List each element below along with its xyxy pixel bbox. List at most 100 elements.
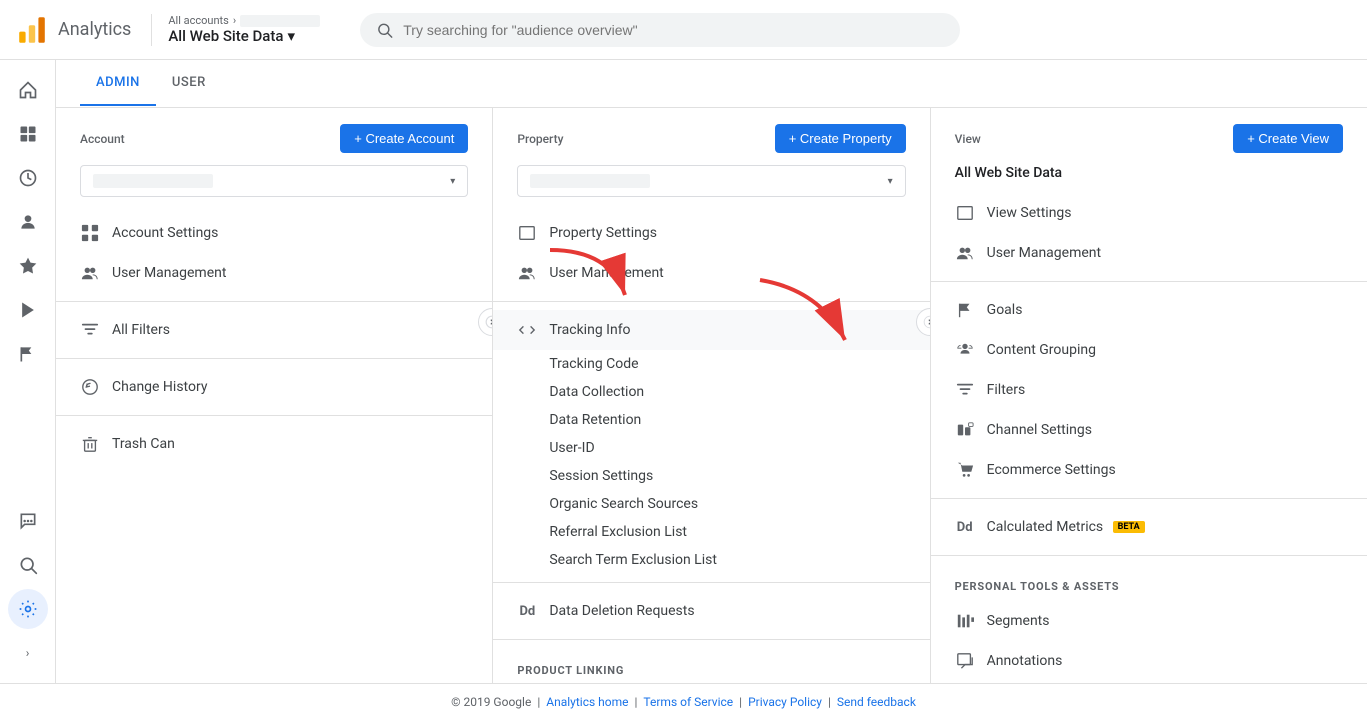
property-settings-label: Property Settings xyxy=(549,225,657,241)
annotations-label: Annotations xyxy=(987,653,1063,669)
segments-item[interactable]: Segments xyxy=(931,601,1367,641)
rect-view-icon xyxy=(955,203,975,223)
view-divider-1 xyxy=(931,281,1367,282)
grid-icon xyxy=(80,223,100,243)
code-icon xyxy=(517,320,537,340)
main-layout: › ADMIN USER Account + Create Account ▾ xyxy=(0,60,1367,683)
user-id-item[interactable]: User-ID xyxy=(493,434,929,462)
view-settings-label: View Settings xyxy=(987,205,1072,221)
account-selector-dropdown[interactable]: ▾ xyxy=(80,165,468,197)
search-term-exclusion-item[interactable]: Search Term Exclusion List xyxy=(493,546,929,574)
sidebar-item-search[interactable] xyxy=(8,545,48,585)
dd-property-icon: Dd xyxy=(517,601,537,621)
trash-can-item[interactable]: Trash Can xyxy=(56,424,492,464)
privacy-policy-link[interactable]: Privacy Policy xyxy=(748,695,822,709)
terms-of-service-link[interactable]: Terms of Service xyxy=(643,695,733,709)
sidebar-item-acquisition[interactable] xyxy=(8,246,48,286)
view-settings-item[interactable]: View Settings xyxy=(931,193,1367,233)
filter-view-icon xyxy=(955,380,975,400)
account-divider-3 xyxy=(56,415,492,416)
change-history-item[interactable]: Change History xyxy=(56,367,492,407)
analytics-home-link[interactable]: Analytics home xyxy=(546,695,628,709)
data-deletion-label: Data Deletion Requests xyxy=(549,603,694,619)
account-selector[interactable]: All Web Site Data ▾ xyxy=(168,27,320,45)
search-input[interactable] xyxy=(403,22,944,38)
view-divider-2 xyxy=(931,498,1367,499)
account-col-header: Account + Create Account xyxy=(56,124,492,165)
search-bar[interactable] xyxy=(360,13,960,47)
user-management-property-label: User Management xyxy=(549,265,663,281)
account-dropdown-arrow-icon: ▾ xyxy=(450,176,455,187)
session-settings-item[interactable]: Session Settings xyxy=(493,462,929,490)
segments-icon xyxy=(955,611,975,631)
sidebar-item-realtime[interactable] xyxy=(8,158,48,198)
account-column: Account + Create Account ▾ xyxy=(56,108,493,683)
send-feedback-link[interactable]: Send feedback xyxy=(837,695,916,709)
sidebar-item-admin[interactable] xyxy=(8,589,48,629)
create-property-button[interactable]: + Create Property xyxy=(775,124,906,153)
account-settings-item[interactable]: Account Settings xyxy=(56,213,492,253)
view-name-display: All Web Site Data xyxy=(931,165,1367,193)
sidebar-item-home[interactable] xyxy=(8,70,48,110)
annotations-item[interactable]: Annotations xyxy=(931,641,1367,681)
sidebar-item-conversions[interactable] xyxy=(8,334,48,374)
user-management-account-item[interactable]: User Management xyxy=(56,253,492,293)
content-area: ADMIN USER Account + Create Account ▾ xyxy=(56,60,1367,683)
property-settings-item[interactable]: Property Settings xyxy=(493,213,929,253)
property-divider-2 xyxy=(493,582,929,583)
user-management-view-item[interactable]: User Management xyxy=(931,233,1367,273)
channel-icon xyxy=(955,420,975,440)
sidebar-item-behavior[interactable] xyxy=(8,290,48,330)
user-management-property-item[interactable]: User Management xyxy=(493,253,929,293)
sidebar-item-dashboard[interactable] xyxy=(8,114,48,154)
data-collection-item[interactable]: Data Collection xyxy=(493,378,929,406)
person-icon xyxy=(18,212,38,232)
ecommerce-settings-item[interactable]: Ecommerce Settings xyxy=(931,450,1367,490)
user-management-account-label: User Management xyxy=(112,265,226,281)
channel-settings-item[interactable]: Channel Settings xyxy=(931,410,1367,450)
rect-property-icon xyxy=(517,223,537,243)
topbar: Analytics All accounts › All Web Site Da… xyxy=(0,0,1367,60)
filter-account-icon xyxy=(80,320,100,340)
people-view-icon xyxy=(955,243,975,263)
home-icon xyxy=(18,80,38,100)
flag-icon xyxy=(18,344,38,364)
segments-label: Segments xyxy=(987,613,1050,629)
logo-area: Analytics xyxy=(16,14,152,46)
dashboard-icon xyxy=(18,124,38,144)
admin-columns: Account + Create Account ▾ xyxy=(56,108,1367,683)
goals-item[interactable]: Goals xyxy=(931,290,1367,330)
create-view-button[interactable]: + Create View xyxy=(1233,124,1343,153)
tab-admin[interactable]: ADMIN xyxy=(80,61,156,106)
tracking-code-item[interactable]: Tracking Code xyxy=(493,350,929,378)
organic-search-item[interactable]: Organic Search Sources xyxy=(493,490,929,518)
create-account-button[interactable]: + Create Account xyxy=(340,124,468,153)
product-linking-label: PRODUCT LINKING xyxy=(493,648,929,683)
calculated-metrics-item[interactable]: Dd Calculated Metrics BETA xyxy=(931,507,1367,547)
tracking-info-label: Tracking Info xyxy=(549,322,630,338)
property-selector-dropdown[interactable]: ▾ xyxy=(517,165,905,197)
all-filters-label: All Filters xyxy=(112,322,170,338)
app-title: Analytics xyxy=(58,19,131,40)
property-col-label: Property xyxy=(517,132,563,146)
content-grouping-item[interactable]: Content Grouping xyxy=(931,330,1367,370)
all-filters-item[interactable]: All Filters xyxy=(56,310,492,350)
tab-user[interactable]: USER xyxy=(156,61,222,106)
sidebar-expand-btn[interactable]: › xyxy=(8,633,48,673)
footer: © 2019 Google | Analytics home | Terms o… xyxy=(0,683,1367,719)
sidebar-item-customize[interactable] xyxy=(8,501,48,541)
data-deletion-item[interactable]: Dd Data Deletion Requests xyxy=(493,591,929,631)
tracking-info-item[interactable]: Tracking Info xyxy=(493,310,929,350)
analytics-logo-icon xyxy=(16,14,48,46)
account-settings-label: Account Settings xyxy=(112,225,218,241)
filters-view-item[interactable]: Filters xyxy=(931,370,1367,410)
sidebar-item-audience[interactable] xyxy=(8,202,48,242)
annotations-icon xyxy=(955,651,975,671)
search2-icon xyxy=(18,555,38,575)
calculated-metrics-label: Calculated Metrics BETA xyxy=(987,519,1145,535)
data-retention-item[interactable]: Data Retention xyxy=(493,406,929,434)
referral-exclusion-item[interactable]: Referral Exclusion List xyxy=(493,518,929,546)
history-icon xyxy=(80,377,100,397)
account-col-label: Account xyxy=(80,132,125,146)
people-property-icon xyxy=(517,263,537,283)
